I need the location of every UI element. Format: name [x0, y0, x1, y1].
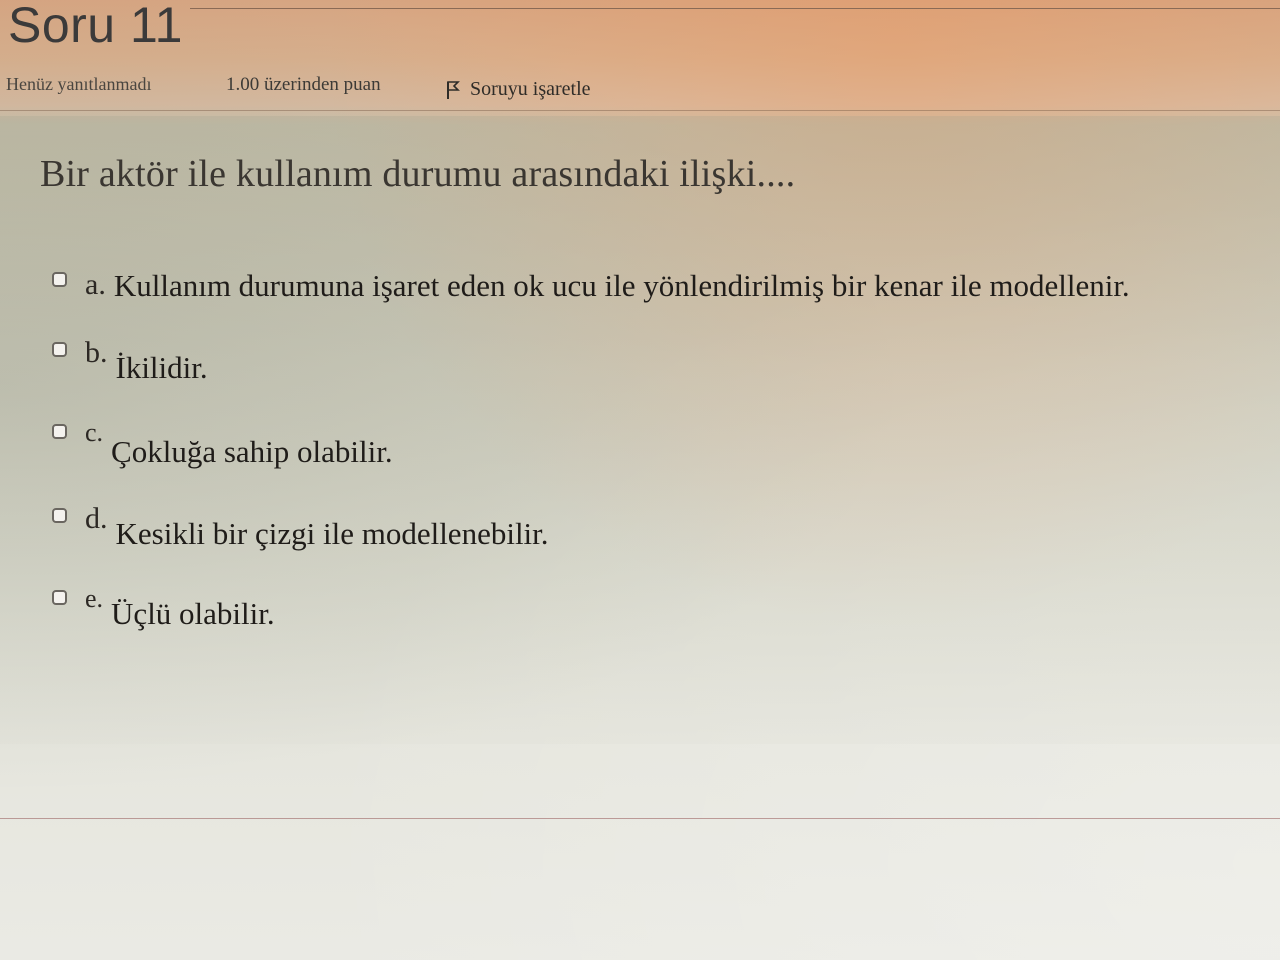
question-number-title: Soru 11 — [8, 0, 183, 53]
option-d[interactable]: d. Kesikli bir çizgi ile modellenebilir. — [52, 502, 549, 552]
option-a[interactable]: a. Kullanım durumuna işaret eden ok ucu … — [52, 266, 1130, 304]
flag-question-link[interactable]: Soruyu işaretle — [446, 78, 591, 101]
option-d-letter: d. — [85, 502, 108, 535]
option-e-text: Üçlü olabilir. — [111, 596, 275, 631]
option-b-text: İkilidir. — [115, 350, 208, 385]
answer-status: Henüz yanıtlanmadı — [6, 74, 152, 94]
option-c-checkbox[interactable] — [52, 424, 67, 439]
question-text: Bir aktör ile kullanım durumu arasındaki… — [40, 153, 796, 195]
option-c-letter: c. — [85, 418, 104, 447]
option-e-checkbox[interactable] — [52, 590, 67, 605]
option-c-text: Çokluğa sahip olabilir. — [111, 434, 393, 469]
option-b[interactable]: b. İkilidir. — [52, 336, 208, 386]
option-d-checkbox[interactable] — [52, 508, 67, 523]
option-b-letter: b. — [85, 336, 108, 369]
flag-icon — [447, 80, 460, 99]
question-points: 1.00 üzerinden puan — [226, 74, 381, 95]
option-b-checkbox[interactable] — [52, 342, 67, 357]
option-e-letter: e. — [85, 584, 104, 613]
option-a-letter: a. — [85, 268, 106, 301]
option-c[interactable]: c. Çokluğa sahip olabilir. — [52, 418, 393, 470]
bottom-divider — [0, 818, 1280, 819]
option-a-checkbox[interactable] — [52, 272, 67, 287]
option-e[interactable]: e. Üçlü olabilir. — [52, 584, 275, 632]
option-a-text: Kullanım durumuna işaret eden ok ucu ile… — [113, 268, 1130, 303]
option-d-text: Kesikli bir çizgi ile modellenebilir. — [115, 516, 549, 551]
header-divider — [190, 8, 1280, 9]
meta-divider — [0, 110, 1280, 111]
flag-question-label: Soruyu işaretle — [470, 78, 591, 100]
